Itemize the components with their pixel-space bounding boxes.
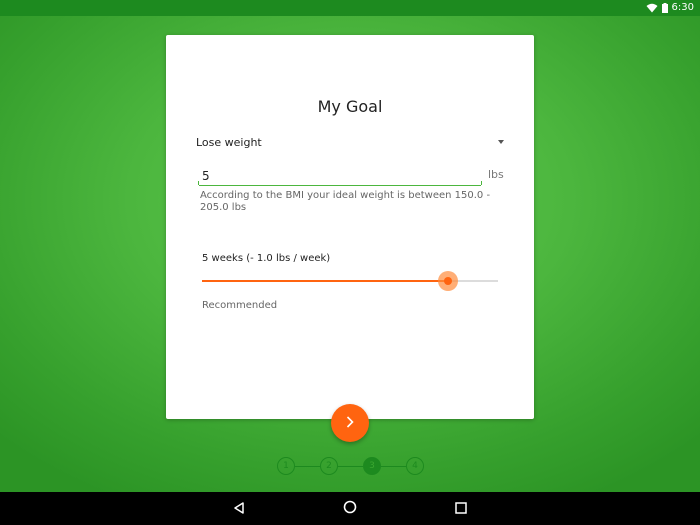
system-nav-bar <box>0 492 700 525</box>
recents-button[interactable] <box>441 492 481 525</box>
page-title: My Goal <box>317 97 383 116</box>
step-connector <box>381 465 406 467</box>
back-button[interactable] <box>219 492 259 525</box>
goal-card: My Goal Lose weight lbs According to the… <box>166 35 534 419</box>
step-1: 1 <box>277 457 295 475</box>
input-underline-right-tick <box>481 181 482 185</box>
home-button[interactable] <box>330 492 370 525</box>
input-underline-left-tick <box>198 181 199 185</box>
recommended-label: Recommended <box>202 300 278 311</box>
step-4: 4 <box>406 457 424 475</box>
step-indicator: 1 2 3 4 <box>277 457 424 475</box>
duration-label: 5 weeks (- 1.0 lbs / week) <box>202 253 331 264</box>
next-button[interactable] <box>331 404 369 442</box>
chevron-right-icon <box>344 414 356 433</box>
dropdown-arrow-icon <box>498 140 504 144</box>
battery-icon <box>661 3 668 13</box>
wifi-icon <box>646 3 658 13</box>
status-time: 6:30 <box>671 2 694 13</box>
slider-thumb[interactable] <box>444 277 452 285</box>
bmi-helper-text: According to the BMI your ideal weight i… <box>200 190 491 213</box>
weight-amount-input[interactable] <box>199 166 481 186</box>
goal-type-dropdown[interactable]: Lose weight <box>196 132 506 152</box>
duration-slider[interactable] <box>202 271 498 291</box>
slider-fill <box>202 280 448 282</box>
home-circle-icon <box>343 499 357 518</box>
back-triangle-icon <box>233 499 245 518</box>
step-connector <box>295 465 320 467</box>
recents-square-icon <box>455 499 467 518</box>
status-bar: 6:30 <box>0 0 700 16</box>
weight-unit-label: lbs <box>488 168 504 181</box>
goal-type-value: Lose weight <box>196 135 262 149</box>
app-screen: 6:30 My Goal Lose weight lbs According t… <box>0 0 700 525</box>
step-connector <box>338 465 363 467</box>
step-2: 2 <box>320 457 338 475</box>
step-3: 3 <box>363 457 381 475</box>
